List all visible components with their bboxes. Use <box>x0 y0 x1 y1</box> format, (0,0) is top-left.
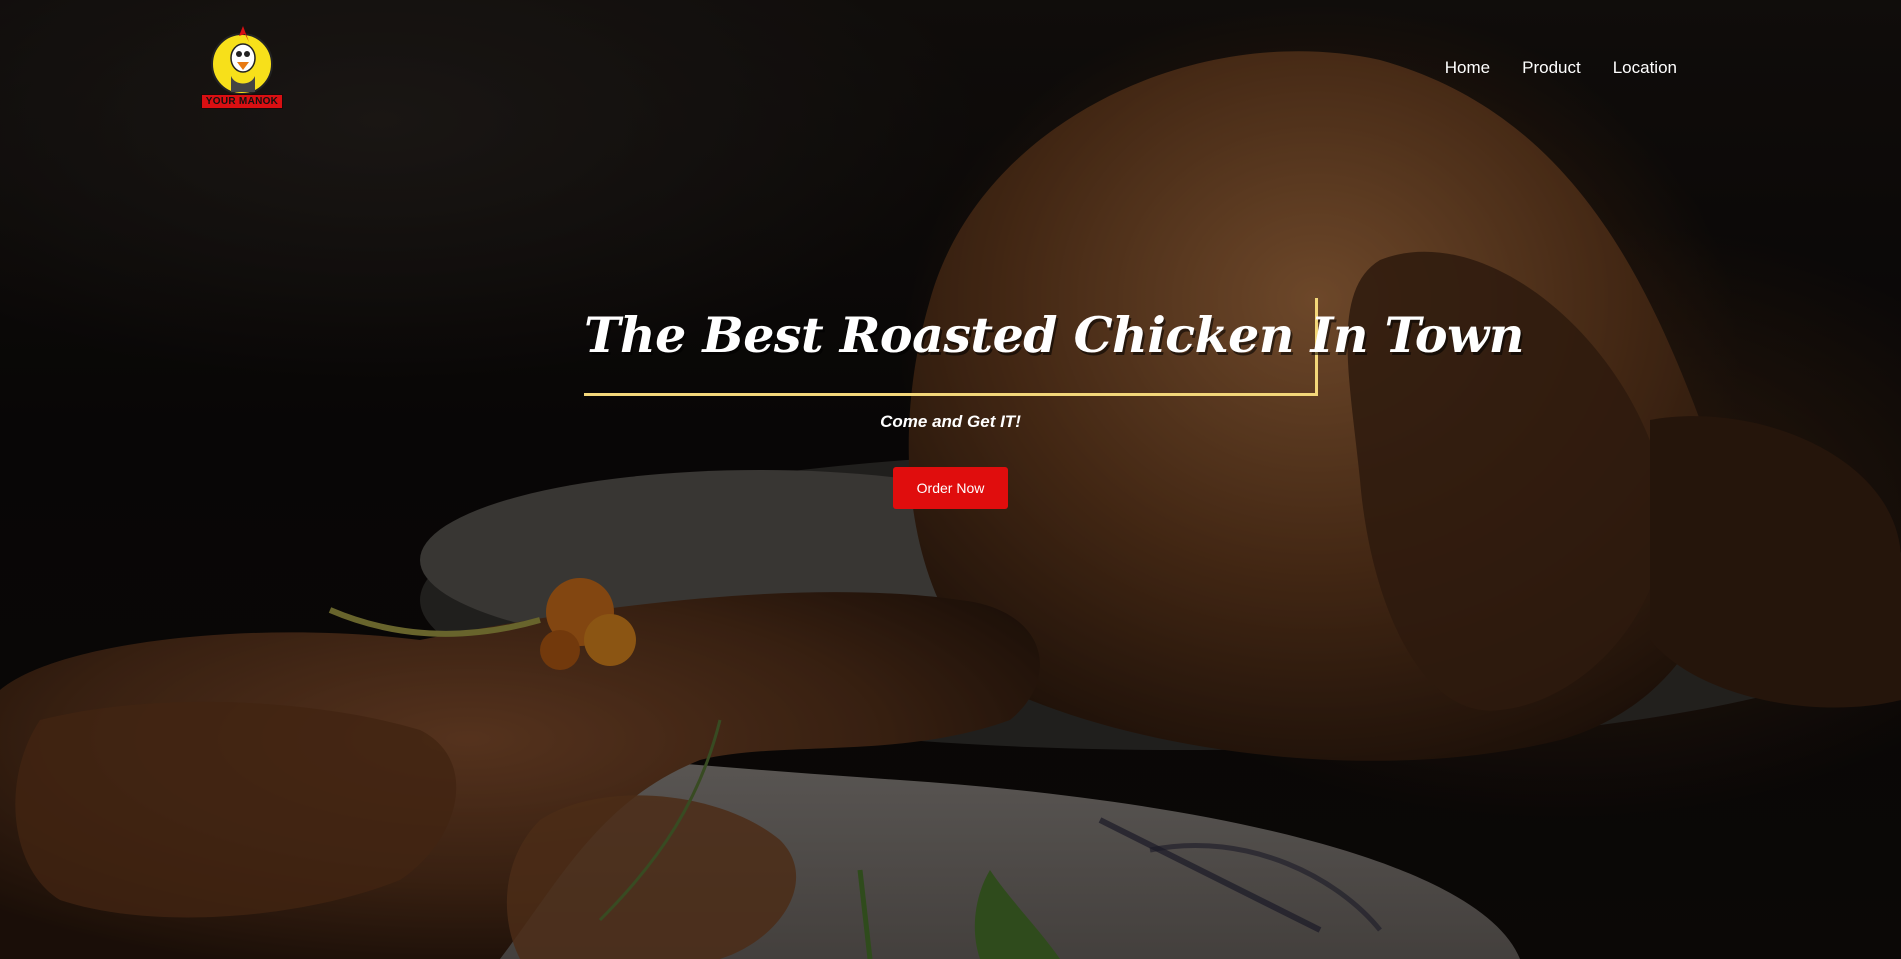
hero-title-frame: The Best Roasted Chicken In Town <box>584 298 1524 396</box>
hero-subtitle: Come and Get IT! <box>880 412 1021 431</box>
hero-title: The Best Roasted Chicken In Town <box>584 306 1524 364</box>
order-now-button[interactable]: Order Now <box>893 467 1008 509</box>
hero-section: YOUR MANOK Home Product Location The Bes… <box>0 0 1901 959</box>
hero-content: The Best Roasted Chicken In Town Come an… <box>0 0 1901 959</box>
